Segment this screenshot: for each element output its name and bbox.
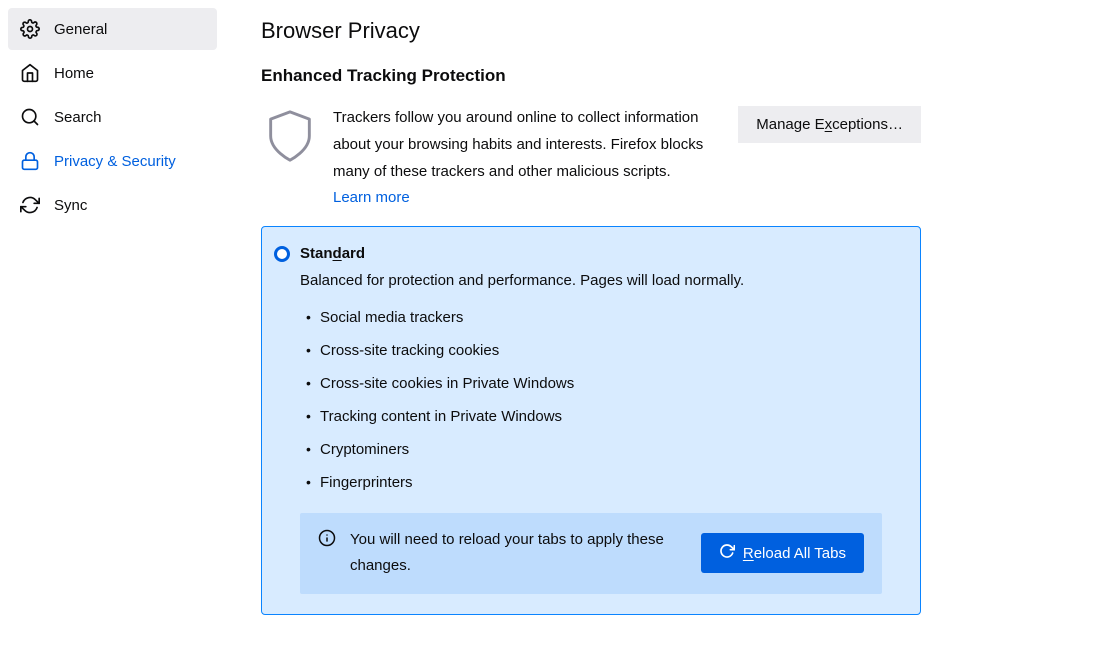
etp-description-block: Trackers follow you around online to col…: [333, 104, 738, 206]
sidebar-item-sync[interactable]: Sync: [8, 184, 217, 226]
shield-icon: [261, 104, 333, 172]
settings-sidebar: General Home Search Privacy & Security S…: [0, 0, 225, 646]
sidebar-item-label: General: [54, 21, 107, 38]
search-icon: [20, 107, 40, 127]
sidebar-item-search[interactable]: Search: [8, 96, 217, 138]
etp-description: Trackers follow you around online to col…: [333, 104, 718, 185]
home-icon: [20, 63, 40, 83]
gear-icon: [20, 19, 40, 39]
radio-button-selected[interactable]: [274, 246, 290, 262]
etp-header-row: Trackers follow you around online to col…: [261, 104, 921, 206]
sidebar-item-privacy-security[interactable]: Privacy & Security: [8, 140, 217, 182]
list-item: Cryptominers: [320, 433, 910, 466]
manage-exceptions-button[interactable]: Manage Exceptions…: [738, 106, 921, 143]
standard-description: Balanced for protection and performance.…: [300, 272, 910, 289]
learn-more-link[interactable]: Learn more: [333, 189, 410, 206]
protection-feature-list: Social media trackers Cross-site trackin…: [320, 301, 910, 499]
list-item: Fingerprinters: [320, 466, 910, 499]
sidebar-item-label: Search: [54, 109, 102, 126]
list-item: Cross-site tracking cookies: [320, 334, 910, 367]
sidebar-item-label: Home: [54, 65, 94, 82]
standard-radio-row[interactable]: Standard: [272, 245, 910, 262]
reload-all-tabs-button[interactable]: Reload All Tabs: [701, 533, 864, 573]
lock-icon: [20, 151, 40, 171]
reload-notice-banner: You will need to reload your tabs to app…: [300, 513, 882, 594]
reload-notice-text: You will need to reload your tabs to app…: [350, 527, 701, 580]
sidebar-item-label: Privacy & Security: [54, 153, 176, 170]
list-item: Tracking content in Private Windows: [320, 400, 910, 433]
sidebar-item-home[interactable]: Home: [8, 52, 217, 94]
info-icon: [318, 529, 336, 547]
sidebar-item-general[interactable]: General: [8, 8, 217, 50]
sync-icon: [20, 195, 40, 215]
radio-label: Standard: [300, 245, 365, 262]
page-title: Browser Privacy: [261, 18, 1102, 44]
tracking-standard-card: Standard Balanced for protection and per…: [261, 226, 921, 615]
reload-icon: [719, 543, 735, 563]
list-item: Social media trackers: [320, 301, 910, 334]
list-item: Cross-site cookies in Private Windows: [320, 367, 910, 400]
etp-heading: Enhanced Tracking Protection: [261, 66, 1102, 86]
settings-content: Browser Privacy Enhanced Tracking Protec…: [225, 0, 1102, 646]
sidebar-item-label: Sync: [54, 197, 87, 214]
